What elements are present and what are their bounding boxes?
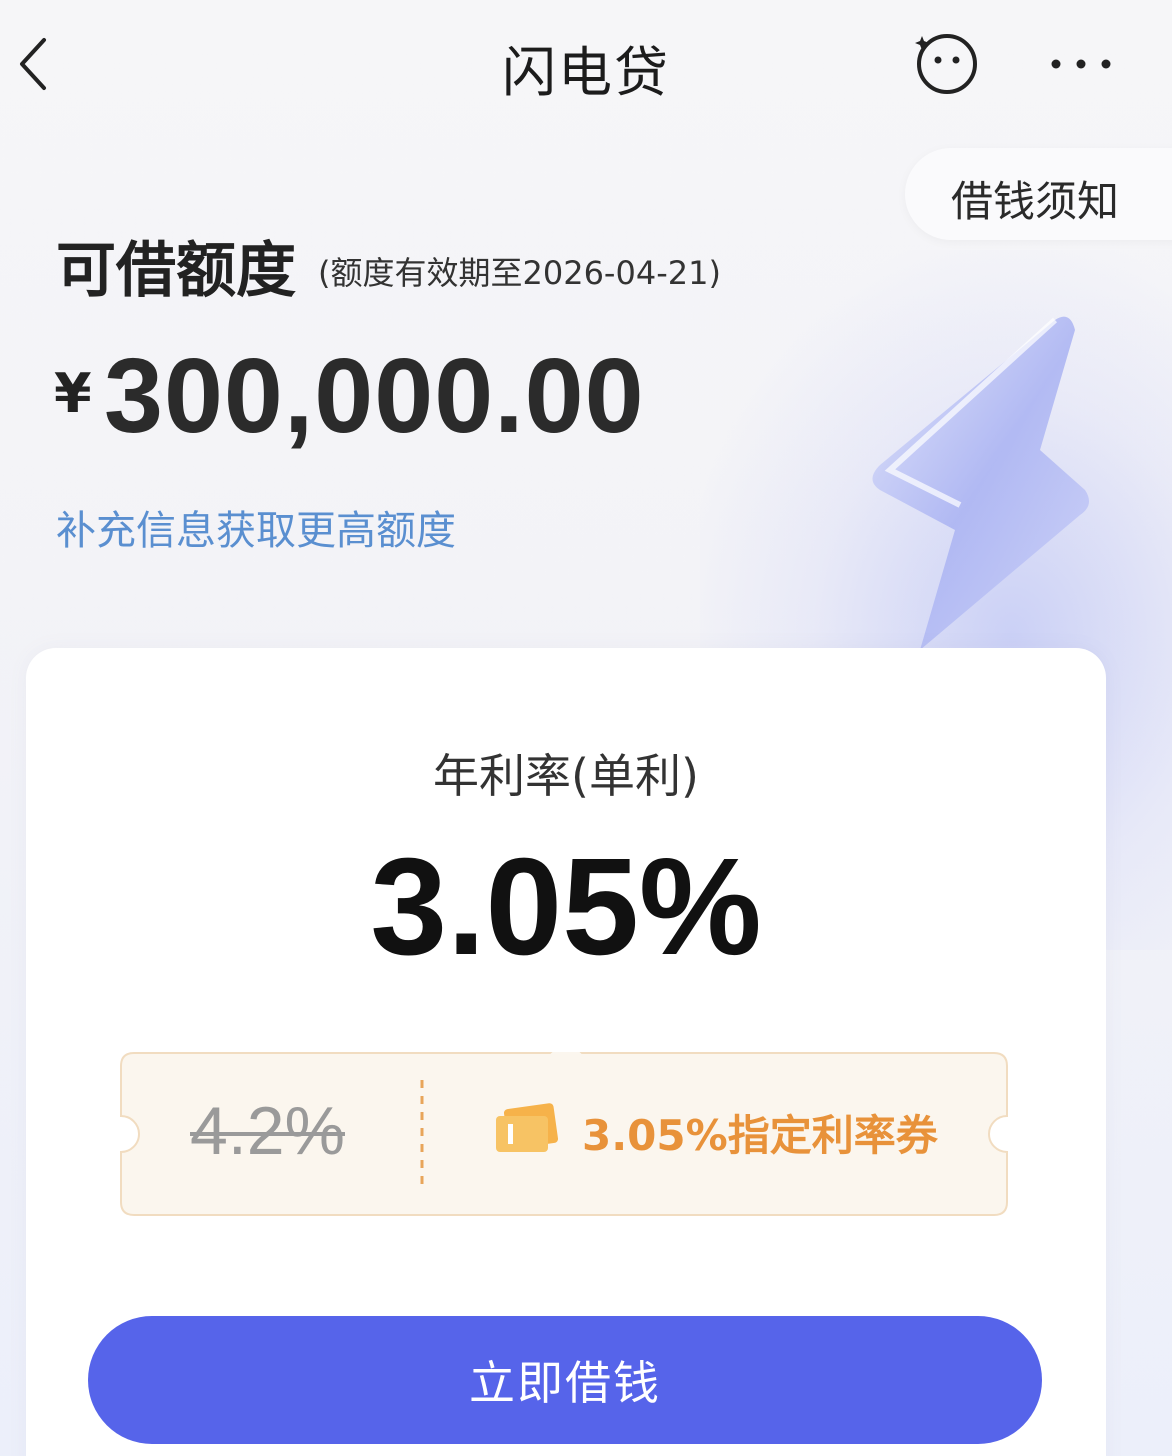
borrow-notice-button[interactable]: 借钱须知 (905, 148, 1172, 240)
ticket-icon (496, 1103, 559, 1152)
credit-limit-validity: (额度有效期至2026-04-21) (318, 254, 721, 292)
raise-limit-link[interactable]: 补充信息获取更高额度 (56, 498, 456, 556)
original-rate: 4.2% (190, 1093, 345, 1169)
ellipsis-icon (1051, 59, 1111, 69)
rate-coupon[interactable]: 4.2% 3.05%指定利率券 (120, 1052, 1008, 1216)
credit-limit-label: 可借额度 (56, 236, 296, 306)
annual-rate-label: 年利率(单利) (433, 749, 699, 803)
currency-symbol: ¥ (54, 362, 92, 425)
page-title: 闪电贷 (502, 41, 670, 104)
smiley-bot-icon (915, 34, 977, 94)
annual-rate-value: 3.05% (370, 830, 762, 984)
borrow-now-label: 立即借钱 (469, 1356, 661, 1410)
assistant-button[interactable] (910, 30, 982, 96)
credit-limit-amount: 300,000.00 (104, 337, 645, 455)
loan-card: 年利率(单利) 3.05% 4.2% 3.05%指定利率券 立即借钱 (26, 648, 1106, 1456)
lightning-bolt-icon (872, 316, 1089, 650)
top-bar: 闪电贷 (0, 0, 1172, 130)
borrow-now-button[interactable]: 立即借钱 (88, 1316, 1042, 1444)
borrow-notice-label: 借钱须知 (951, 177, 1120, 226)
more-button[interactable] (1046, 44, 1116, 84)
coupon-description: 3.05%指定利率券 (582, 1111, 938, 1160)
